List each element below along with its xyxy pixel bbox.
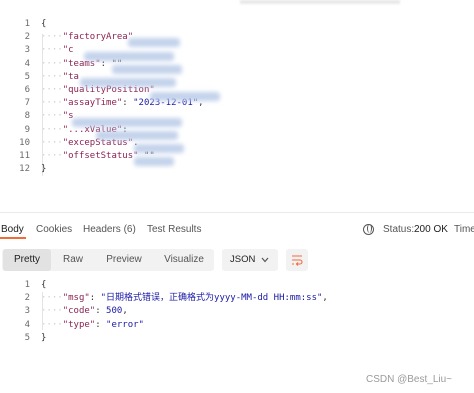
json-value: "日期格式错误，正确格式为yyyy-MM-dd HH:mm:ss": [100, 293, 323, 304]
json-punct: ,: [322, 293, 328, 304]
code-line: ····"type": "error": [41, 319, 144, 332]
line-number: 8: [24, 111, 30, 122]
tab-headers-label: Headers: [83, 224, 121, 235]
indent-dots: ····: [41, 137, 63, 148]
tab-test-results[interactable]: Test Results: [147, 222, 201, 238]
json-key: "msg": [62, 293, 90, 304]
indent-dots: ····: [41, 58, 63, 69]
redacted-value: [150, 92, 220, 101]
json-punct: {: [41, 19, 47, 29]
globe-icon[interactable]: [363, 224, 374, 235]
code-line: ····"code": 500,: [41, 305, 128, 318]
json-key: "offsetStatus": [62, 151, 139, 161]
code-line: }: [41, 332, 46, 345]
tab-cookies[interactable]: Cookies: [36, 222, 72, 238]
json-punct: :: [95, 319, 107, 330]
line-number: 1: [24, 280, 30, 290]
code-line: {: [41, 279, 46, 292]
status-value[interactable]: 200 OK: [414, 224, 448, 236]
redacted-value: [72, 118, 182, 127]
json-punct: :: [95, 306, 107, 317]
indent-dots: ····: [41, 319, 63, 330]
chevron-down-icon: [261, 257, 269, 263]
tab-body[interactable]: Body: [1, 222, 24, 238]
redacted-value: [134, 157, 174, 166]
line-number: 4: [24, 58, 30, 69]
indent-dots: ····: [41, 151, 63, 161]
json-key: "ta: [62, 71, 79, 82]
line-number: 11: [19, 151, 30, 161]
indent-dots: ····: [41, 71, 63, 82]
time-label: Time: [454, 224, 474, 235]
indent-dots: ····: [41, 32, 63, 43]
request-body-editor[interactable]: 1 2 3 4 5 6 7 8 9 10 11 12 {····"factoryArea" ····"c…: [0, 12, 474, 212]
top-edge-fade: [240, 0, 400, 4]
json-key: "c: [62, 45, 74, 56]
indent-dots: ····: [41, 98, 63, 109]
status-label: Status:: [383, 224, 415, 235]
tab-headers[interactable]: Headers (6): [83, 222, 136, 238]
code-line: ····"msg": "日期格式错误，正确格式为yyyy-MM-dd HH:mm…: [41, 292, 328, 305]
code-line: ····"ta: [41, 71, 79, 84]
redacted-value: [134, 144, 184, 153]
code-line: }: [41, 163, 46, 176]
preview-button[interactable]: Preview: [96, 249, 152, 271]
json-punct: ,: [122, 306, 128, 317]
json-punct: }: [41, 332, 47, 343]
indent-dots: ····: [41, 124, 63, 135]
code-line: {: [41, 18, 46, 31]
line-number: 6: [24, 85, 30, 95]
json-punct: :: [89, 293, 101, 304]
json-key: "assayTime": [62, 98, 123, 109]
active-tab-indicator: [0, 237, 26, 239]
indent-dots: ····: [41, 111, 63, 122]
line-number: 9: [24, 124, 30, 135]
headers-count: (6): [123, 224, 136, 235]
indent-dots: ····: [41, 85, 63, 95]
indent-dots: ····: [41, 293, 63, 304]
redacted-value: [80, 78, 176, 87]
line-number: 5: [24, 332, 30, 343]
line-number: 3: [24, 306, 30, 317]
wrap-lines-button[interactable]: [286, 249, 308, 271]
redacted-value: [128, 38, 180, 47]
visualize-button[interactable]: Visualize: [154, 249, 214, 271]
redacted-value: [96, 131, 178, 140]
code-line: ····"c: [41, 44, 74, 57]
format-value: JSON: [230, 254, 256, 265]
line-number: 7: [24, 98, 30, 109]
line-number: 12: [19, 164, 30, 175]
line-number: 10: [19, 137, 30, 148]
code-line: ····"factoryArea": [41, 31, 133, 44]
pretty-button[interactable]: Pretty: [3, 249, 51, 271]
json-key: "factoryArea": [62, 32, 134, 43]
json-punct: {: [41, 280, 47, 290]
raw-button[interactable]: Raw: [52, 249, 94, 271]
format-select[interactable]: JSON: [222, 249, 278, 271]
indent-dots: ····: [41, 45, 63, 56]
indent-dots: ····: [41, 306, 63, 317]
line-number: 4: [24, 319, 30, 330]
json-value: 500: [106, 306, 123, 317]
line-number: 5: [24, 71, 30, 82]
divider: [0, 212, 474, 213]
wrap-lines-icon: [292, 255, 303, 266]
json-punct: :: [122, 98, 134, 109]
line-number: 3: [24, 45, 30, 56]
watermark: CSDN @Best_Liu~: [366, 374, 453, 385]
line-number: 2: [24, 32, 30, 43]
line-number: 1: [24, 19, 30, 29]
json-punct: }: [41, 164, 47, 175]
json-value: "error": [106, 319, 144, 330]
redacted-value: [84, 52, 174, 61]
json-key: "code": [62, 306, 96, 317]
redacted-value: [112, 65, 182, 74]
code-line: ····"s: [41, 110, 74, 123]
line-number: 2: [24, 293, 30, 304]
json-key: "type": [62, 319, 96, 330]
